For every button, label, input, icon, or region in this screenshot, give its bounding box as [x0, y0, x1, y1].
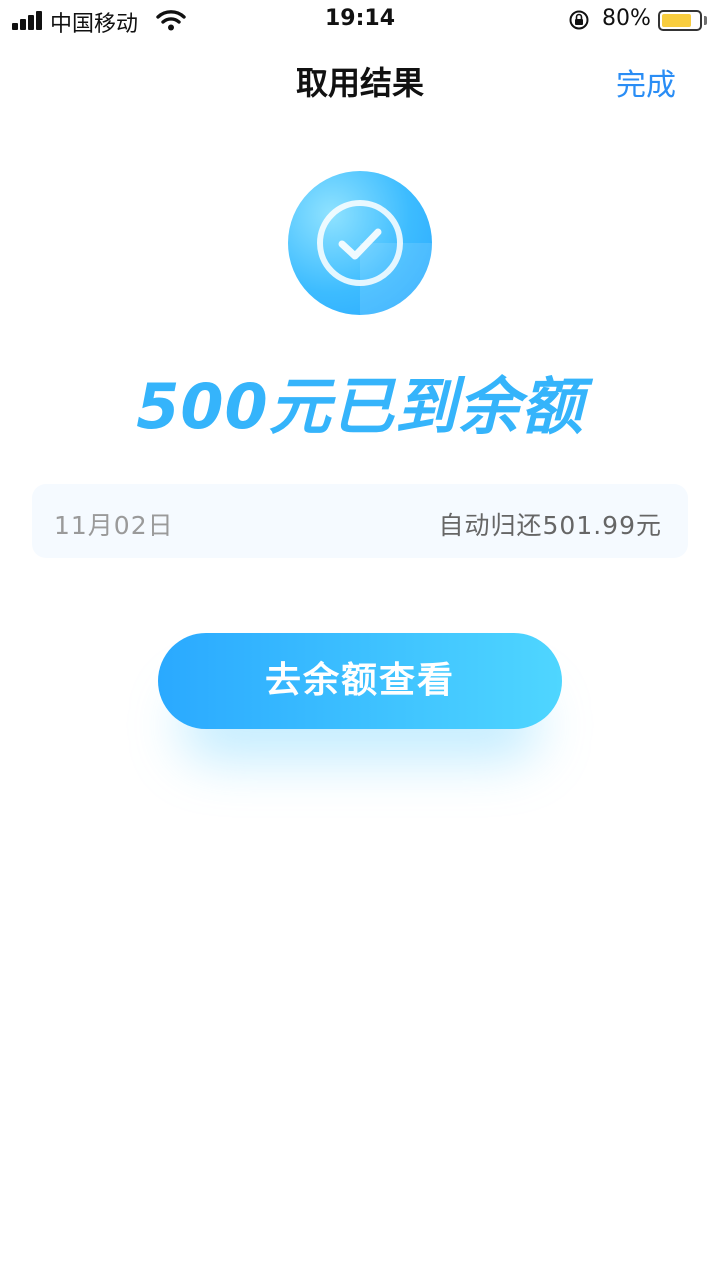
battery-percent: 80%: [602, 6, 651, 31]
check-circle-icon: [317, 200, 403, 286]
repayment-amount: 自动归还501.99元: [438, 511, 662, 540]
success-badge: [288, 171, 432, 315]
battery-tip: [704, 16, 707, 25]
repayment-info-card: 11月02日 自动归还501.99元: [32, 484, 688, 558]
battery-fill: [662, 14, 691, 27]
rotation-lock-icon: [569, 10, 589, 30]
page-title: 取用结果: [295, 64, 424, 102]
repayment-date: 11月02日: [54, 511, 174, 540]
battery-icon: [658, 10, 702, 31]
status-bar: 中国移动 19:14 80%: [0, 0, 720, 40]
done-button[interactable]: 完成: [616, 60, 676, 104]
result-headline: 500元已到余额: [136, 370, 584, 443]
view-balance-button[interactable]: 去余额查看: [158, 633, 562, 729]
result-screen: 中国移动 19:14 80% 取用结果 完成 500元已到余额 11月02日 自…: [0, 0, 720, 1280]
